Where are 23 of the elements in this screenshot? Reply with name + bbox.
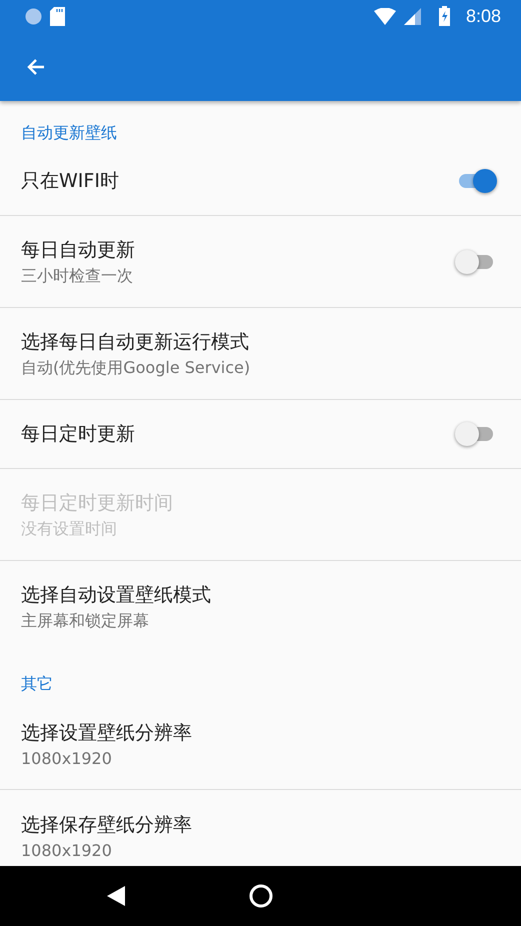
setting-title[interactable]: 选择设置壁纸分辨率: [21, 720, 497, 746]
setting-summary: 没有设置时间: [21, 518, 118, 540]
setting-summary: 自动(优先使用Google Service): [21, 358, 252, 378]
setting-title[interactable]: 选择自动设置壁纸模式: [21, 582, 497, 608]
battery-charging-icon: [438, 6, 450, 26]
setting-title[interactable]: 每日定时更新: [21, 421, 455, 447]
wifi-icon: [374, 8, 396, 24]
setting-summary: 1080x1920: [21, 748, 113, 768]
section-header: 自动更新壁纸: [20, 122, 118, 144]
setting-title[interactable]: 每日自动更新: [21, 236, 455, 262]
notification-dot-icon: [25, 8, 42, 24]
setting-summary: 1080x1920: [21, 840, 113, 860]
back-icon[interactable]: [107, 886, 125, 906]
section-header: 其它: [20, 673, 54, 695]
home-icon[interactable]: [249, 884, 273, 908]
sd-card-icon: [50, 6, 65, 26]
setting-title[interactable]: 选择每日自动更新运行模式: [21, 328, 497, 354]
status-time: 8:08: [466, 6, 501, 26]
setting-summary: 三小时检查一次: [21, 266, 134, 286]
setting-summary: 主屏幕和锁定屏幕: [21, 610, 150, 632]
signal-icon: [404, 8, 421, 24]
setting-title[interactable]: 只在WIFI时: [21, 168, 455, 194]
setting-title[interactable]: 选择保存壁纸分辨率: [21, 812, 497, 838]
